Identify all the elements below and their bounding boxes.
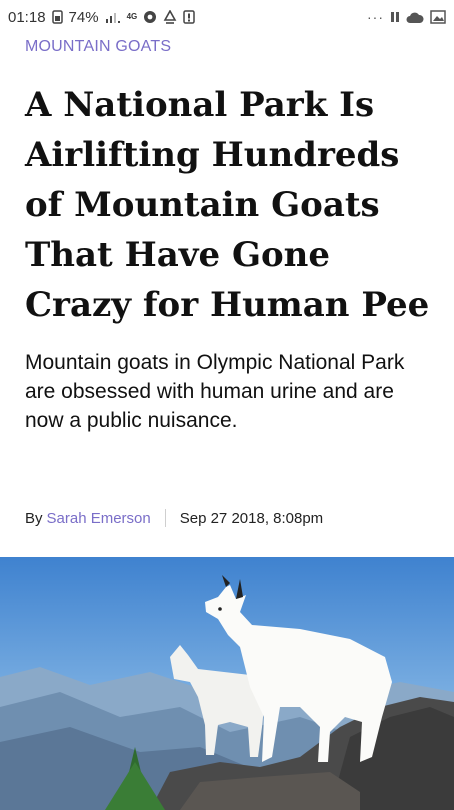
signal-icon (105, 10, 121, 24)
network-type: 4G (126, 12, 138, 21)
publish-date: Sep 27 2018, 8:08pm (179, 509, 324, 527)
article-headline: A National Park Is Airlifting Hundreds o… (25, 85, 430, 325)
hero-image (0, 557, 454, 810)
card-icon (51, 10, 63, 24)
byline-divider (164, 509, 166, 527)
notification-icon (143, 10, 157, 24)
author-link[interactable]: Sarah Emerson (47, 510, 151, 527)
status-bar: 01:18 74% 4G ··· (0, 0, 454, 34)
article-dek: Mountain goats in Olympic National Park … (25, 351, 405, 432)
byline: By Sarah Emerson Sep 27 2018, 8:08pm (25, 509, 323, 527)
image-icon (430, 10, 446, 24)
pause-icon (390, 11, 400, 23)
status-time: 01:18 (8, 8, 46, 26)
category-tag[interactable]: MOUNTAIN GOATS (25, 38, 171, 56)
recycle-icon (163, 10, 177, 24)
battery-level: 74% (68, 8, 99, 26)
overflow-dots: ··· (367, 9, 384, 25)
status-right: ··· (367, 9, 446, 25)
alert-icon (183, 10, 195, 24)
status-left: 01:18 74% 4G (8, 9, 195, 26)
byline-prefix: By (25, 509, 43, 527)
cloud-icon (406, 11, 424, 24)
